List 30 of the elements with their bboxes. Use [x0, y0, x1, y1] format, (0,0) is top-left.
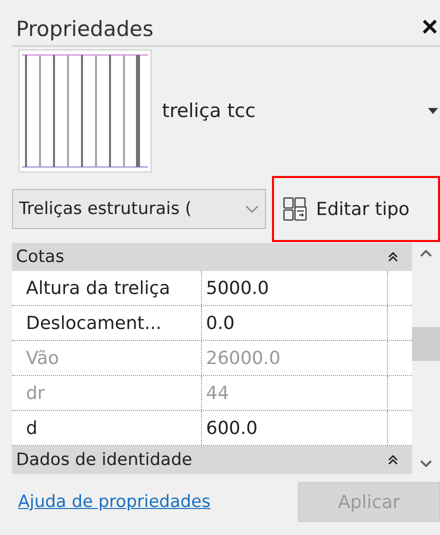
property-name: Deslocament...: [12, 306, 202, 340]
scrollbar-thumb[interactable]: [412, 327, 440, 361]
edit-type-button[interactable]: Editar tipo: [272, 176, 440, 242]
group-title: Cotas: [16, 247, 64, 267]
property-value[interactable]: 5000.0: [202, 271, 388, 305]
property-name: Vão: [12, 341, 202, 375]
collapse-icon[interactable]: [388, 251, 398, 263]
scroll-down-icon[interactable]: [420, 460, 432, 468]
property-name: dr: [12, 376, 202, 410]
type-name[interactable]: treliça tcc: [162, 100, 428, 122]
property-value[interactable]: 0.0: [202, 306, 388, 340]
property-name: Altura da treliça: [12, 271, 202, 305]
collapse-icon[interactable]: [388, 454, 398, 466]
category-dropdown[interactable]: Treliças estruturais (: [12, 189, 266, 229]
truss-preview-icon: [18, 49, 152, 173]
category-value: Treliças estruturais (: [19, 199, 192, 219]
close-button[interactable]: ×: [420, 13, 440, 41]
group-header[interactable]: Cotas: [12, 243, 412, 271]
group-header[interactable]: Dados de identidade: [12, 446, 412, 474]
property-name: d: [12, 411, 202, 445]
help-link[interactable]: Ajuda de propriedades: [12, 492, 210, 512]
property-value: 26000.0: [202, 341, 388, 375]
chevron-down-icon[interactable]: [245, 205, 259, 213]
edit-type-icon: [282, 196, 308, 222]
group-title: Dados de identidade: [16, 450, 192, 470]
property-value[interactable]: 600.0: [202, 411, 388, 445]
dropdown-arrow-icon[interactable]: [428, 108, 438, 114]
property-value: 44: [202, 376, 388, 410]
scroll-up-icon[interactable]: [420, 249, 432, 257]
panel-title: Propriedades: [15, 17, 154, 41]
